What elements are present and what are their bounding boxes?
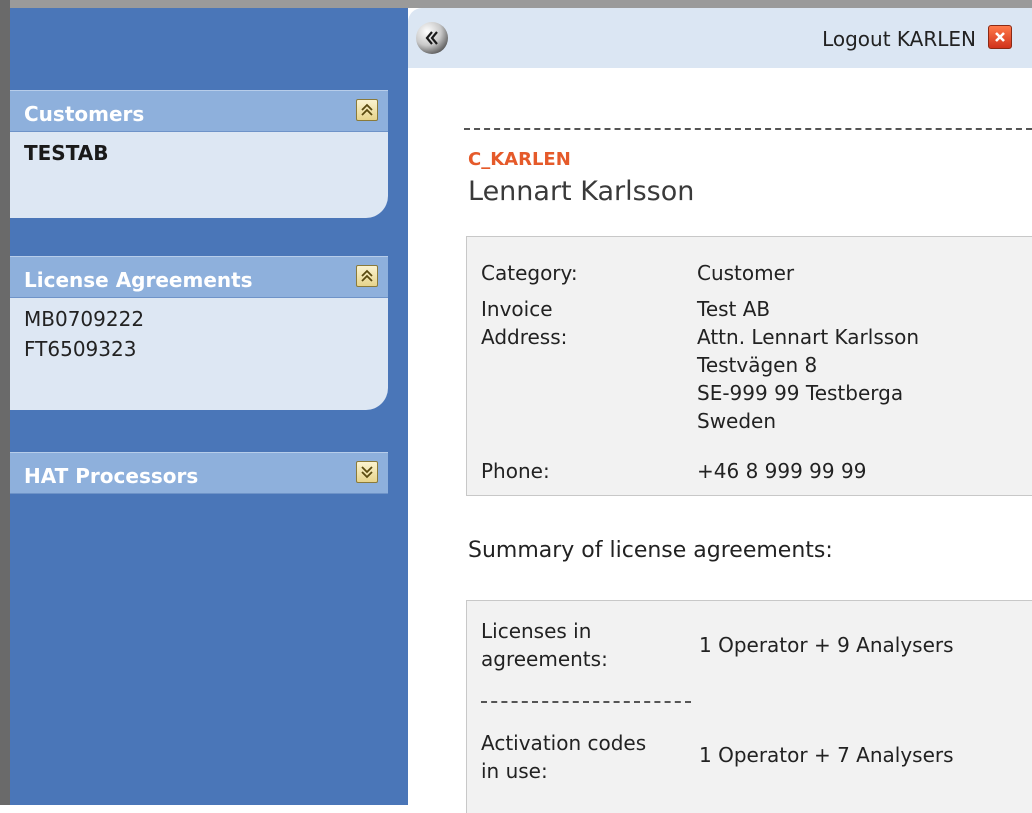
activation-value: 1 Operator + 7 Analysers [699,743,954,767]
phone-label: Phone: [481,459,550,483]
invoice-label-1: Invoice [481,297,553,321]
address-line: Sweden [697,409,777,433]
sidebar-top [10,8,408,90]
window-left-edge [0,0,10,805]
close-icon[interactable] [988,25,1012,49]
main-content: Logout KARLEN C_KARLEN Lennart Karlsson … [408,8,1032,813]
panel-customers-header[interactable]: Customers [10,90,388,132]
panel-customers: Customers TESTAB [10,90,388,218]
summary-divider [481,701,691,703]
panel-license-header[interactable]: License Agreements [10,256,388,298]
licenses-value: 1 Operator + 9 Analysers [699,633,954,657]
user-id: C_KARLEN [468,149,571,170]
activation-label-2: in use: [481,759,548,783]
category-value: Customer [697,261,795,285]
panel-license-body: MB0709222 FT6509323 [10,298,388,410]
invoice-label-2: Address: [481,325,568,349]
activation-label-1: Activation codes [481,731,647,755]
collapse-up-icon[interactable] [356,99,378,121]
panel-hat-title: HAT Processors [24,464,199,488]
top-bar: Logout KARLEN [408,8,1032,68]
license-item[interactable]: FT6509323 [24,334,374,364]
divider [464,128,1032,130]
panel-hat-header[interactable]: HAT Processors [10,452,388,494]
sidebar: Customers TESTAB License Agreements MB07… [10,8,408,805]
panel-license-agreements: License Agreements MB0709222 FT6509323 [10,256,388,410]
license-item[interactable]: MB0709222 [24,304,374,334]
user-name: Lennart Karlsson [468,176,695,207]
logout-link[interactable]: Logout KARLEN [822,27,976,51]
licenses-label-2: agreements: [481,647,608,671]
app-window: Customers TESTAB License Agreements MB07… [0,0,1032,813]
licenses-label-1: Licenses in [481,619,592,643]
window-top-strip [0,0,1032,8]
expand-down-icon[interactable] [356,461,378,483]
customer-info-box: Category: Customer Invoice Address: Test… [466,236,1032,496]
panel-customers-title: Customers [24,102,145,126]
panel-hat-processors: HAT Processors [10,452,388,494]
phone-value: +46 8 999 99 99 [697,459,867,483]
address-line: SE-999 99 Testberga [697,381,904,405]
customer-item[interactable]: TESTAB [24,138,374,168]
summary-heading: Summary of license agreements: [468,538,833,563]
panel-license-title: License Agreements [24,268,253,292]
collapse-sidebar-icon[interactable] [416,22,448,54]
collapse-up-icon[interactable] [356,265,378,287]
panel-customers-body: TESTAB [10,132,388,218]
address-line: Testvägen 8 [697,353,818,377]
address-line: Attn. Lennart Karlsson [697,325,920,349]
category-label: Category: [481,261,578,285]
address-line: Test AB [697,297,771,321]
summary-box: Licenses in agreements: 1 Operator + 9 A… [466,600,1032,813]
